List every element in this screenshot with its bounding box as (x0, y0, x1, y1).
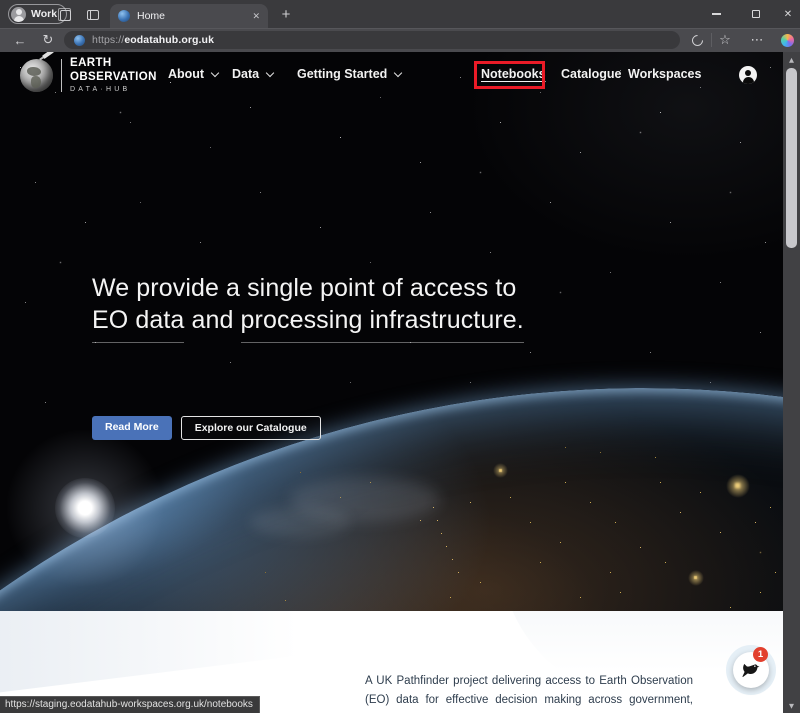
about-paragraph: A UK Pathfinder project delivering acces… (365, 672, 693, 713)
nav-item-about[interactable]: About (168, 67, 218, 81)
notification-badge: 1 (753, 647, 768, 662)
nav-about-label: About (168, 67, 204, 81)
chevron-down-icon (266, 68, 274, 76)
city-glow (726, 474, 750, 498)
new-tab-button[interactable]: + (278, 6, 294, 23)
profile-label: Work (31, 8, 57, 20)
logo-line2: OBSERVATION (70, 72, 157, 84)
nav-catalogue-label: Catalogue (561, 67, 621, 81)
satellite-icon (42, 52, 54, 59)
bird-icon (741, 660, 761, 680)
page-scrollbar[interactable]: ▲ ▼ (783, 52, 800, 713)
logo-line1: EARTH (70, 58, 157, 70)
browser-window: Work Home ✕ + ✕ ← ↻ https://eodatahub.or… (0, 0, 800, 713)
hero-heading-and: and (184, 306, 240, 334)
copilot-icon (781, 34, 794, 47)
favorites-button[interactable]: ☆ (716, 31, 734, 49)
nav-item-catalogue[interactable]: Catalogue (561, 67, 621, 81)
browser-tab-home[interactable]: Home ✕ (110, 4, 268, 28)
hero-buttons: Read More Explore our Catalogue (92, 416, 321, 440)
back-button[interactable]: ← (10, 31, 30, 49)
read-more-button[interactable]: Read More (92, 416, 172, 440)
explore-catalogue-button[interactable]: Explore our Catalogue (181, 416, 321, 440)
toolbar-divider (711, 33, 712, 47)
browser-essentials-button[interactable] (688, 31, 706, 49)
refresh-button[interactable]: ↻ (38, 31, 58, 49)
nav-item-workspaces[interactable]: Workspaces (628, 67, 701, 81)
page-viewport: EARTH OBSERVATION DATA·HUB About Data Ge… (0, 52, 800, 713)
tab-title: Home (137, 10, 245, 22)
hero-heading-infrastructure: processing infrastructure. (241, 304, 524, 343)
address-bar[interactable]: https://eodatahub.org.uk (64, 31, 680, 49)
status-bar-url: https://staging.eodatahub-workspaces.org… (0, 696, 260, 713)
workspaces-button[interactable] (57, 7, 73, 23)
city-glow (493, 463, 508, 478)
address-url: https://eodatahub.org.uk (92, 34, 214, 46)
nav-getting-started-label: Getting Started (297, 67, 387, 81)
account-icon[interactable] (739, 66, 757, 84)
close-icon: ✕ (784, 9, 792, 20)
tab-close-icon[interactable]: ✕ (252, 11, 260, 22)
tab-actions-button[interactable] (85, 7, 101, 23)
site-header: EARTH OBSERVATION DATA·HUB About Data Ge… (0, 52, 800, 96)
window-minimize-button[interactable] (696, 0, 736, 28)
nav-item-getting-started[interactable]: Getting Started (297, 67, 401, 81)
site-logo[interactable]: EARTH OBSERVATION DATA·HUB (20, 58, 157, 93)
settings-menu-button[interactable]: ⋯ (748, 31, 766, 49)
copilot-button[interactable] (778, 31, 796, 49)
hero-section: EARTH OBSERVATION DATA·HUB About Data Ge… (0, 52, 800, 611)
hero-heading-line1: We provide a single point of access to (92, 274, 516, 302)
nav-data-label: Data (232, 67, 259, 81)
workspaces-icon (60, 10, 71, 21)
nav-item-data[interactable]: Data (232, 67, 273, 81)
sun-icon (55, 478, 115, 538)
nav-workspaces-label: Workspaces (628, 67, 701, 81)
chevron-down-icon (211, 68, 219, 76)
window-close-button[interactable]: ✕ (768, 0, 800, 28)
logo-text: EARTH OBSERVATION DATA·HUB (70, 58, 157, 93)
city-glow (688, 570, 704, 586)
maximize-icon (752, 10, 760, 18)
address-favicon-icon (74, 35, 85, 46)
scroll-down-arrow-icon[interactable]: ▼ (783, 698, 800, 713)
minimize-icon (712, 13, 721, 14)
logo-divider (61, 59, 62, 92)
clouds-decoration (250, 507, 350, 537)
hero-heading-eo-data: EO data (92, 304, 184, 343)
browser-titlebar: Work Home ✕ + ✕ (0, 0, 800, 28)
scrollbar-thumb[interactable] (786, 68, 797, 248)
url-host: eodatahub.org.uk (124, 34, 214, 46)
profile-avatar-icon (11, 7, 26, 22)
url-scheme: https:// (92, 34, 124, 46)
browser-essentials-icon (689, 32, 705, 48)
hero-heading: We provide a single point of access to E… (92, 272, 524, 343)
vertical-tabs-icon (87, 10, 99, 20)
diagonal-decoration (0, 611, 426, 701)
globe-logo-icon (20, 59, 53, 92)
logo-line3: DATA·HUB (70, 86, 157, 93)
scroll-up-arrow-icon[interactable]: ▲ (783, 52, 800, 67)
annotation-highlight-box (474, 61, 545, 89)
site-favicon-icon (118, 10, 130, 22)
chevron-down-icon (394, 68, 402, 76)
